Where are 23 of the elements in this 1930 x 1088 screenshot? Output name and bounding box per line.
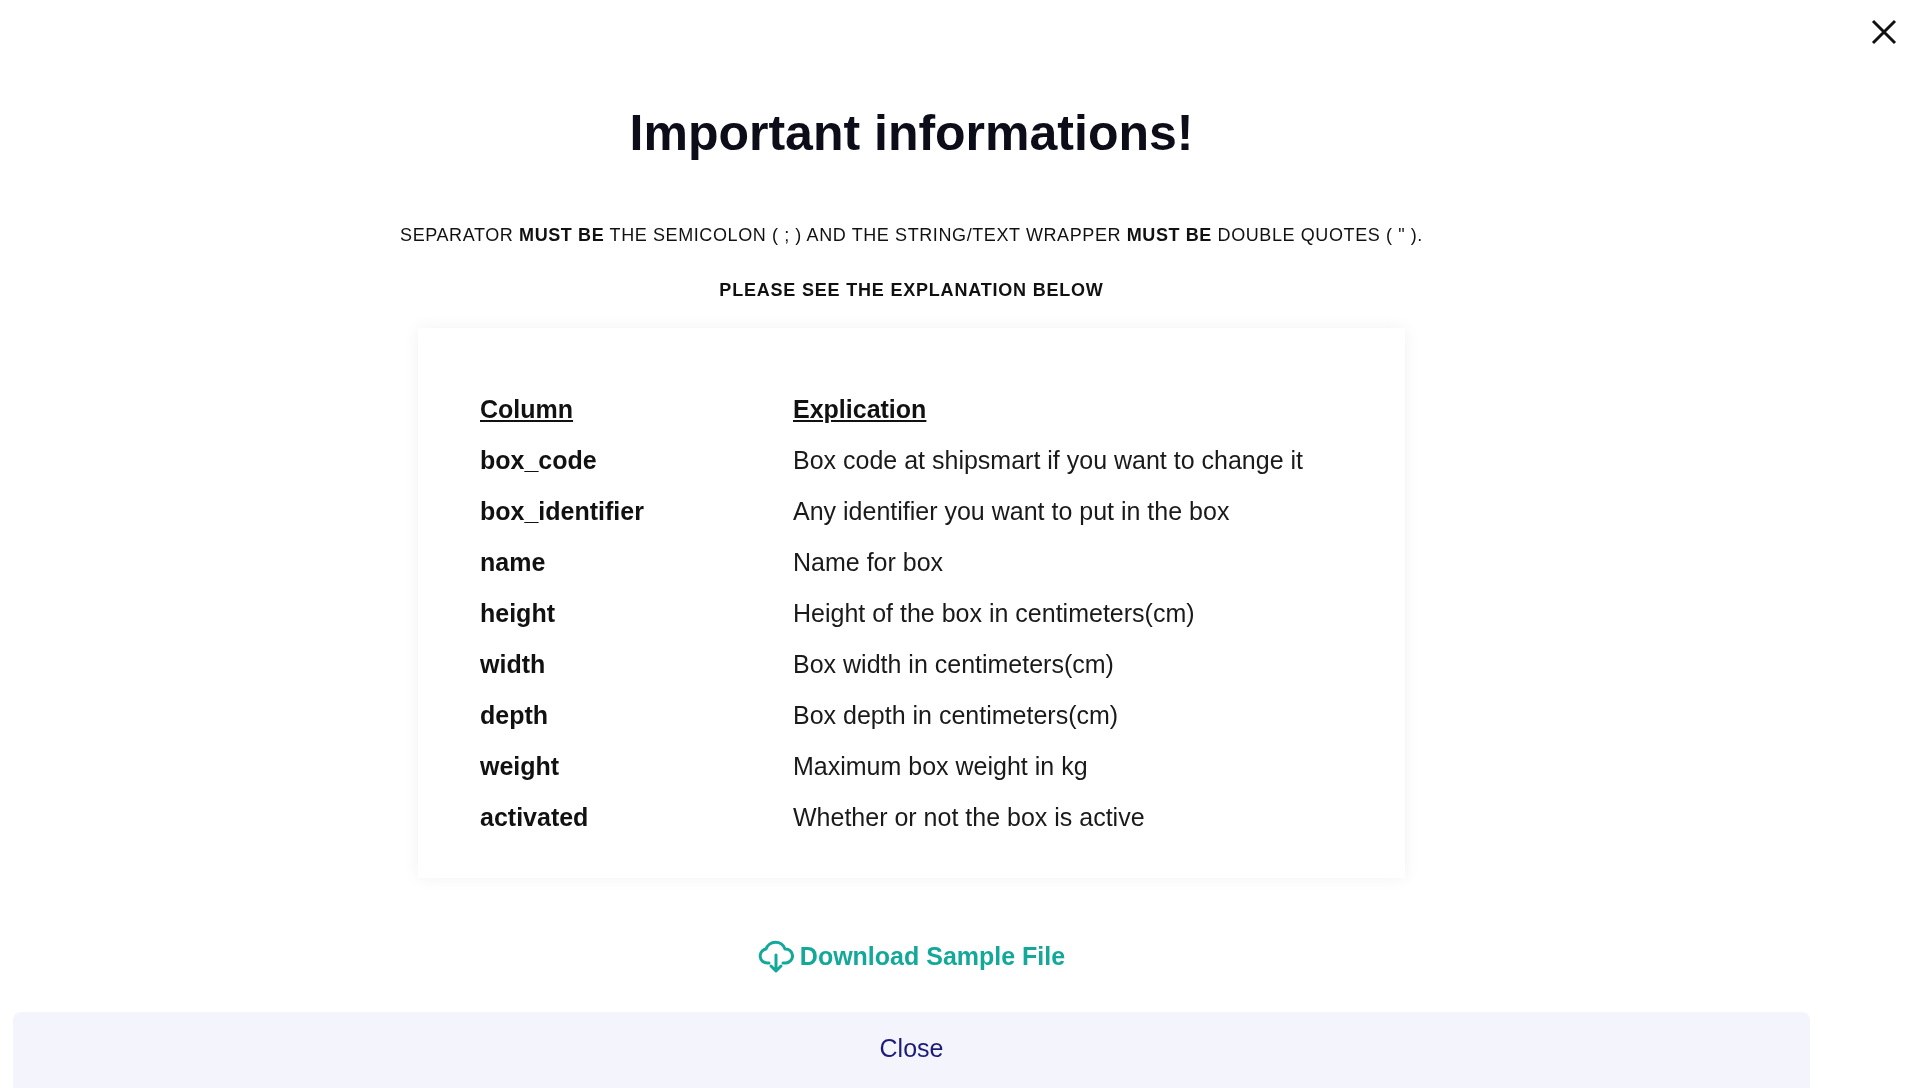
column-header: Column (480, 395, 574, 424)
column-explication: Box depth in centimeters(cm) (793, 701, 1119, 730)
notice-text: SEPARATOR MUST BE THE SEMICOLON ( ; ) AND THE STRING/TEXT WRAPPER MUST BE DOUBLE QUOTES ( " ). (400, 224, 1423, 247)
notice-subtext: PLEASE SEE THE EXPLANATION BELOW (719, 279, 1104, 302)
column-name: weight (480, 752, 560, 781)
dialog-title: Important informations! (629, 104, 1194, 162)
column-explication: Name for box (793, 548, 944, 577)
column-name: width (480, 650, 546, 679)
cloud-download-icon (757, 939, 794, 974)
column-name: name (480, 548, 546, 577)
column-explication: Any identifier you want to put in the box (793, 497, 1230, 526)
column-explication: Box code at shipsmart if you want to change it (793, 446, 1303, 475)
column-explication: Maximum box weight in kg (793, 752, 1088, 781)
column-explication: Whether or not the box is active (793, 803, 1145, 832)
column-name: depth (480, 701, 549, 730)
column-name: activated (480, 803, 589, 832)
column-name: box_code (480, 446, 597, 475)
column-header: Explication (793, 395, 927, 424)
column-name: height (480, 599, 555, 628)
column-explication: Height of the box in centimeters(cm) (793, 599, 1195, 628)
column-name: box_identifier (480, 497, 644, 526)
close-button[interactable]: Close (13, 1011, 1810, 1088)
column-explication: Box width in centimeters(cm) (793, 650, 1114, 679)
